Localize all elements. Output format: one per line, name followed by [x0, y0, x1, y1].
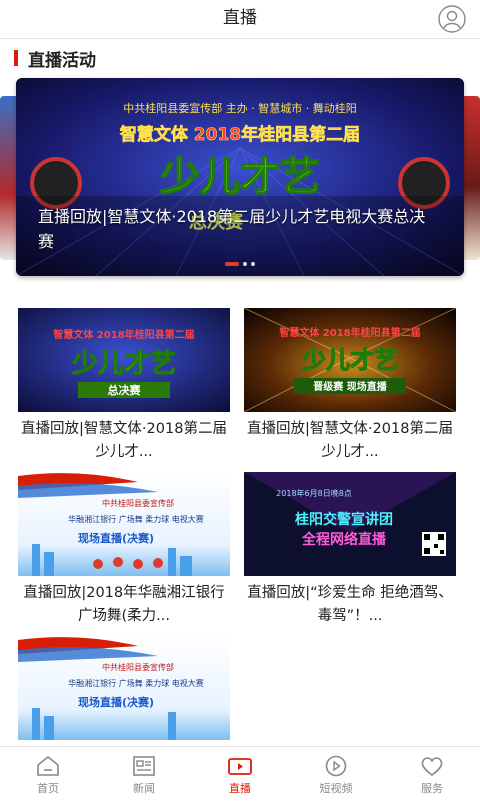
live-carousel[interactable]: 中共桂阳县委宣传部 主办 · 智慧城市 · 舞动桂阳 智慧文体 2018年桂阳县…	[0, 78, 480, 278]
carousel-dot[interactable]	[225, 262, 239, 266]
thumb-sub: 全程网络直播	[301, 531, 387, 548]
top-bar: 直播	[0, 0, 480, 39]
section-accent-bar	[14, 50, 18, 66]
thumb-date: 2018年6月8日晚8点	[276, 488, 352, 498]
section-title: 直播活动	[28, 50, 96, 71]
page-title: 直播	[223, 8, 257, 28]
live-card[interactable]: 中共桂阳县委宣传部 华融湘江银行 广场舞 柔力球 电视大赛 现场直播(决赛)	[18, 636, 230, 740]
tab-label: 短视频	[319, 782, 353, 795]
thumb-line1: 中共桂阳县委宣传部	[102, 662, 174, 672]
live-card[interactable]: 2018年6月8日晚8点 桂阳交警宣讲团 全程网络直播 直播回放|“珍爱生命 拒…	[244, 472, 456, 628]
card-thumbnail: 中共桂阳县委宣传部 华融湘江银行 广场舞 柔力球 电视大赛 现场直播(决赛)	[18, 472, 230, 576]
news-icon	[133, 756, 155, 776]
banner-headline: 智慧文体 2018年桂阳县第二届	[120, 124, 360, 145]
thumb-badge: 现场直播(决赛)	[78, 695, 154, 709]
thumb-headline: 智慧文体 2018年桂阳县第二届	[53, 328, 194, 341]
heart-icon	[421, 757, 443, 777]
card-title: 直播回放|智慧文体·2018第二届少儿才...	[247, 421, 453, 460]
section-header: 直播活动	[14, 44, 96, 72]
tab-home[interactable]: 首页	[0, 747, 96, 801]
tab-label: 直播	[229, 782, 251, 795]
card-thumbnail: 2018年6月8日晚8点 桂阳交警宣讲团 全程网络直播	[244, 472, 456, 576]
thumb-headline: 桂阳交警宣讲团	[294, 511, 393, 528]
card-title: 直播回放|智慧文体·2018第二届少儿才...	[21, 421, 227, 460]
card-thumbnail: 智慧文体 2018年桂阳县第二届 少儿才艺 总决赛	[18, 308, 230, 412]
live-card[interactable]: 智慧文体 2018年桂阳县第二届 少儿才艺 总决赛 直播回放|智慧文体·2018…	[18, 308, 230, 464]
tab-label: 首页	[37, 782, 59, 795]
live-icon	[228, 758, 252, 775]
thumb-badge: 现场直播(决赛)	[78, 531, 154, 545]
thumb-badge: 总决赛	[108, 383, 142, 397]
bottom-tab-bar: 首页 新闻 直播 短视频 服务	[0, 746, 480, 801]
carousel-caption: 直播回放|智慧文体·2018第二届少儿才艺电视大赛总决赛	[38, 207, 426, 251]
banner-logo-text: 少儿才艺	[160, 154, 320, 200]
card-title: 直播回放|2018年华融湘江银行广场舞(柔力...	[23, 585, 225, 624]
tab-live[interactable]: 直播	[192, 747, 288, 801]
card-title: 直播回放|“珍爱生命 拒绝酒驾、毒驾”！...	[247, 585, 453, 624]
video-icon	[325, 755, 347, 777]
thumb-logo: 少儿才艺	[301, 346, 398, 374]
tab-news[interactable]: 新闻	[96, 747, 192, 801]
carousel-dot[interactable]	[243, 262, 247, 266]
thumb-line1: 中共桂阳县委宣传部	[102, 498, 174, 508]
thumb-badge: 晋级赛 现场直播	[313, 380, 387, 393]
live-card[interactable]: 中共桂阳县委宣传部 华融湘江银行 广场舞 柔力球 电视大赛 现场直播(决赛) 直…	[18, 472, 230, 628]
live-card[interactable]: 智慧文体 2018年桂阳县第二届 少儿才艺 晋级赛 现场直播 直播回放|智慧文体…	[244, 308, 456, 464]
carousel-slide[interactable]: 中共桂阳县委宣传部 主办 · 智慧城市 · 舞动桂阳 智慧文体 2018年桂阳县…	[16, 78, 464, 276]
tab-short-video[interactable]: 短视频	[288, 747, 384, 801]
carousel-indicator	[0, 262, 480, 266]
card-thumbnail: 中共桂阳县委宣传部 华融湘江银行 广场舞 柔力球 电视大赛 现场直播(决赛)	[18, 636, 230, 740]
carousel-dot[interactable]	[251, 262, 255, 266]
tab-label: 服务	[421, 782, 443, 795]
thumb-line2: 华融湘江银行 广场舞 柔力球 电视大赛	[68, 678, 204, 688]
card-thumbnail: 智慧文体 2018年桂阳县第二届 少儿才艺 晋级赛 现场直播	[244, 308, 456, 412]
thumb-line2: 华融湘江银行 广场舞 柔力球 电视大赛	[68, 514, 204, 524]
tab-service[interactable]: 服务	[384, 747, 480, 801]
home-icon	[37, 755, 59, 776]
tab-label: 新闻	[133, 782, 155, 795]
thumb-headline: 智慧文体 2018年桂阳县第二届	[279, 326, 420, 339]
banner-top-line: 中共桂阳县委宣传部 主办 · 智慧城市 · 舞动桂阳	[123, 101, 356, 115]
thumb-logo: 少儿才艺	[71, 349, 176, 379]
user-profile-icon[interactable]	[438, 5, 466, 33]
